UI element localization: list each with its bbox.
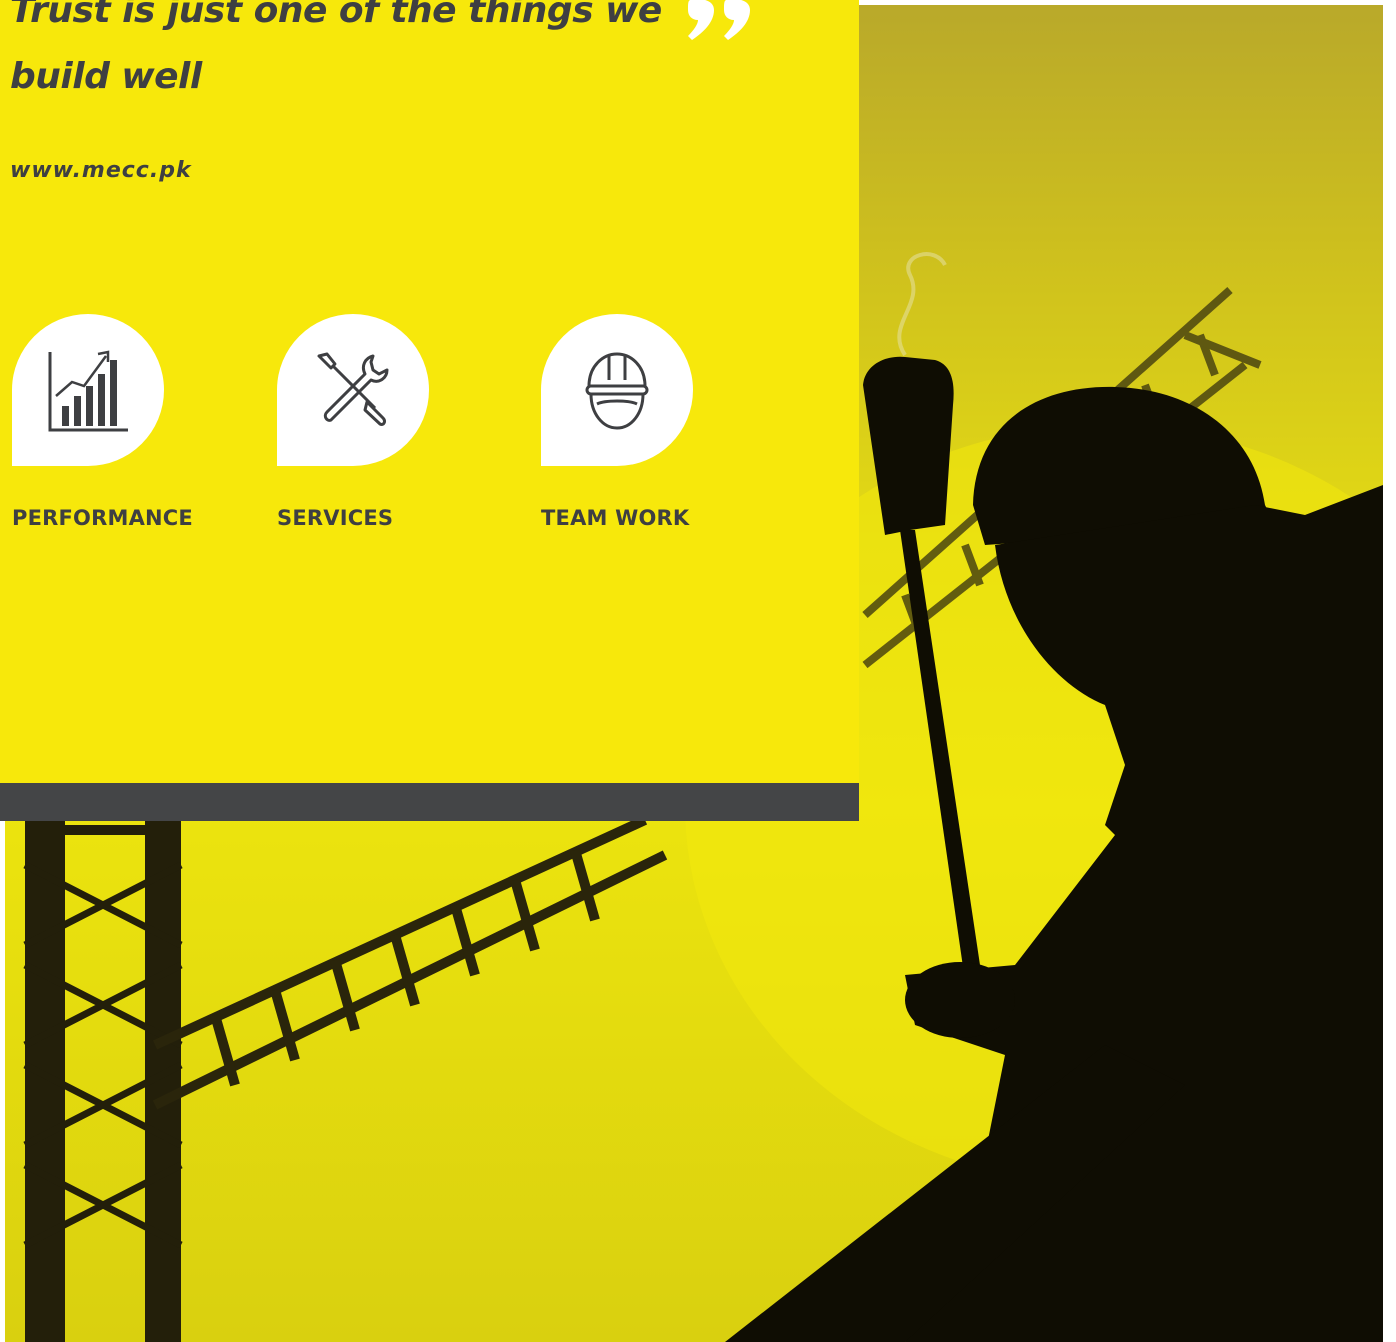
panel-footer-bar [0,783,859,821]
feature-performance[interactable]: PERFORMANCE [12,314,212,530]
feature-team-work[interactable]: TEAM WORK [541,314,741,530]
feature-label: PERFORMANCE [12,506,193,530]
page: Trust is just one of the things we build… [0,0,1396,1342]
growth-chart-icon [48,350,128,432]
closing-quote-icon [688,0,750,40]
content-panel: Trust is just one of the things we build… [0,0,859,783]
website-link[interactable]: www.mecc.pk [10,158,192,183]
feature-icon-bubble [12,314,164,466]
hard-hat-icon [585,352,649,430]
tools-icon [317,352,389,426]
feature-icon-bubble [541,314,693,466]
feature-services[interactable]: SERVICES [277,314,477,530]
hero-quote: Trust is just one of the things we build… [10,0,662,97]
feature-icon-bubble [277,314,429,466]
feature-label: TEAM WORK [541,506,690,530]
feature-label: SERVICES [277,506,394,530]
